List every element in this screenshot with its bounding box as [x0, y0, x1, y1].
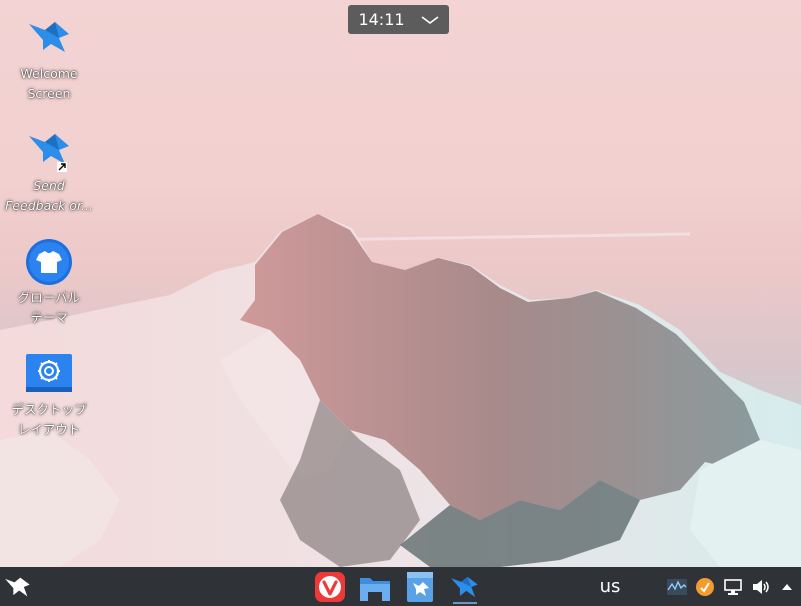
system-monitor-icon — [667, 578, 687, 595]
tshirt-theme-icon — [25, 238, 73, 286]
network-icon — [724, 578, 742, 595]
kde-bird-launcher-icon — [5, 577, 30, 596]
taskbar-app-file-manager[interactable] — [355, 567, 395, 606]
taskbar-panel: us — [0, 567, 801, 606]
desktop-icon-send-feedback[interactable]: Send Feedback or... — [4, 126, 94, 216]
tray-expand-button[interactable] — [776, 567, 798, 606]
tray-expand-icon — [782, 583, 792, 590]
kde-bird-link-icon — [25, 126, 73, 174]
taskbar-app-vivaldi[interactable] — [310, 567, 350, 606]
volume-icon — [753, 579, 769, 594]
desktop-icon-label: デスクトップ レイアウト — [11, 402, 87, 437]
clock-time: 14:11 — [358, 10, 405, 29]
file-manager-icon — [360, 577, 390, 601]
desktop-icon-global-theme[interactable]: グローバル テーマ — [4, 238, 94, 328]
welcome-bird-icon — [451, 576, 478, 597]
desktop[interactable]: 14:11 Welcome Screen Send Feedback or...… — [0, 0, 801, 606]
tray-update-notifier[interactable] — [692, 567, 718, 606]
desktop-icon-welcome-screen[interactable]: Welcome Screen — [4, 14, 94, 104]
tray-network[interactable] — [720, 567, 746, 606]
desktop-icon-label: Send Feedback or... — [5, 178, 93, 213]
keyboard-layout-indicator[interactable]: us — [592, 567, 628, 606]
software-center-icon — [407, 571, 433, 602]
taskbar-app-welcome[interactable] — [445, 567, 485, 606]
application-launcher-button[interactable] — [0, 567, 36, 606]
chevron-down-icon[interactable] — [421, 15, 439, 25]
desktop-icon-label: Welcome Screen — [20, 66, 78, 101]
desktop-icon-desktop-layout[interactable]: デスクトップ レイアウト — [4, 350, 94, 440]
desktop-icon-label: グローバル テーマ — [17, 290, 81, 325]
update-notifier-icon — [696, 577, 714, 596]
tray-system-monitor[interactable] — [664, 567, 690, 606]
vivaldi-icon — [315, 571, 345, 602]
clock-widget[interactable]: 14:11 — [348, 5, 449, 34]
kde-bird-icon — [25, 14, 73, 62]
taskbar-app-software-center[interactable] — [400, 567, 440, 606]
mountain-wallpaper — [0, 214, 801, 567]
active-task-indicator — [453, 602, 477, 604]
tray-volume[interactable] — [748, 567, 774, 606]
desktop-layout-icon — [25, 350, 73, 398]
